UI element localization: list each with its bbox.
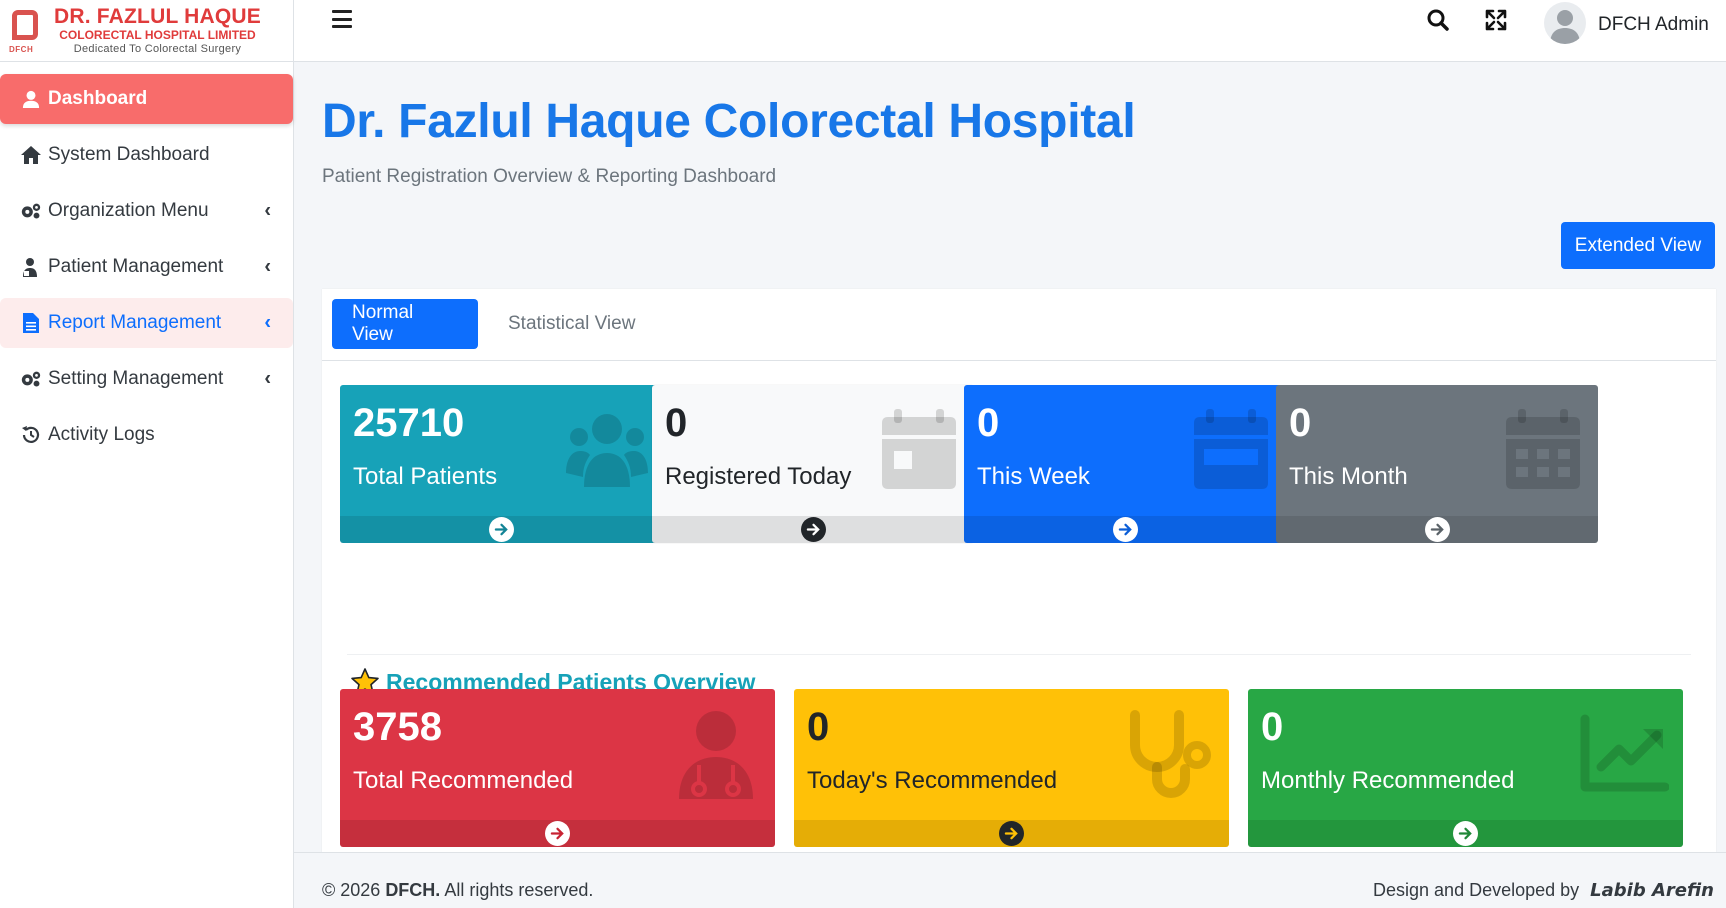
sidebar-item-label: Report Management — [48, 312, 222, 333]
credit-prefix: Design and Developed by — [1373, 880, 1580, 900]
sidebar-item-label: Dashboard — [48, 88, 148, 109]
stethoscope-icon — [1125, 709, 1215, 799]
fullscreen-icon[interactable] — [1484, 8, 1508, 32]
stat-value: 3758 — [353, 705, 442, 749]
arrow-circle-right-icon — [800, 517, 826, 542]
main-content: Dr. Fazlul Haque Colorectal Hospital Pat… — [294, 62, 1726, 852]
topbar: DFCH Admin — [294, 0, 1726, 62]
sidebar-item-label: Patient Management — [48, 256, 224, 277]
page-subtitle: Patient Registration Overview & Reportin… — [322, 166, 777, 187]
brand-name: DR. FAZLUL HAQUE — [54, 5, 261, 28]
stat-value: 25710 — [353, 401, 465, 445]
tab-statistical-view[interactable]: Statistical View — [488, 299, 655, 349]
arrow-circle-right-icon — [1112, 517, 1138, 542]
more-info-link[interactable] — [964, 516, 1286, 543]
gears-icon — [20, 368, 42, 390]
stat-total-patients: 25710 Total Patients — [340, 385, 662, 543]
stat-label: This Week — [977, 463, 1090, 490]
stat-label: Registered Today — [665, 463, 852, 490]
sidebar-item-organization-menu[interactable]: Organization Menu ‹ — [0, 186, 293, 236]
tab-normal-view[interactable]: Normal View — [332, 299, 478, 349]
users-icon — [566, 407, 648, 489]
stat-this-week: 0 This Week — [964, 385, 1286, 543]
hospital-user-icon — [20, 256, 42, 278]
developer-signature[interactable]: Labib Arefin — [1590, 880, 1714, 901]
gears-icon — [20, 200, 42, 222]
stat-label: Monthly Recommended — [1261, 767, 1515, 794]
arrow-circle-right-icon — [1424, 517, 1450, 542]
calendar-week-icon — [1190, 407, 1272, 489]
user-name[interactable]: DFCH Admin — [1598, 14, 1709, 36]
stat-monthly-recommended: 0 Monthly Recommended — [1248, 689, 1683, 847]
sidebar-item-report-management[interactable]: Report Management ‹ — [0, 298, 293, 348]
stat-registered-today: 0 Registered Today — [652, 385, 974, 543]
sidebar-item-dashboard[interactable]: Dashboard — [0, 74, 293, 124]
calendar-day-icon — [878, 407, 960, 489]
history-icon — [20, 424, 42, 446]
stat-label: This Month — [1289, 463, 1408, 490]
doctor-icon — [671, 709, 761, 799]
sidebar-item-setting-management[interactable]: Setting Management ‹ — [0, 354, 293, 404]
sidebar-item-activity-logs[interactable]: Activity Logs — [0, 410, 293, 460]
sidebar-item-patient-management[interactable]: Patient Management ‹ — [0, 242, 293, 292]
stat-label: Total Recommended — [353, 767, 574, 794]
stat-value: 0 — [977, 401, 1000, 445]
stat-total-recommended: 3758 Total Recommended — [340, 689, 775, 847]
user-icon — [20, 88, 42, 110]
stat-label: Total Patients — [353, 463, 498, 490]
calendar-month-icon — [1502, 407, 1584, 489]
chevron-left-icon: ‹ — [264, 311, 271, 334]
copyright-prefix: © 2026 — [322, 880, 386, 900]
arrow-circle-right-icon — [999, 821, 1024, 846]
more-info-link[interactable] — [652, 516, 974, 543]
stat-todays-recommended: 0 Today's Recommended — [794, 689, 1229, 847]
copyright: © 2026 DFCH. All rights reserved. — [322, 880, 593, 901]
brand-logo: DFCH — [8, 6, 42, 56]
footer: © 2026 DFCH. All rights reserved. Design… — [294, 852, 1726, 908]
arrow-circle-right-icon — [488, 517, 514, 542]
divider — [347, 654, 1691, 655]
page-title: Dr. Fazlul Haque Colorectal Hospital — [322, 95, 1136, 148]
more-info-link[interactable] — [1248, 820, 1683, 847]
stat-value: 0 — [1261, 705, 1284, 749]
file-icon — [20, 312, 42, 334]
arrow-circle-right-icon — [1453, 821, 1478, 846]
stat-label: Today's Recommended — [807, 767, 1058, 794]
brand-abbr: DFCH — [9, 44, 34, 54]
chevron-left-icon: ‹ — [264, 255, 271, 278]
extended-view-button[interactable]: Extended View — [1561, 222, 1715, 269]
chevron-left-icon: ‹ — [264, 199, 271, 222]
home-icon — [20, 144, 42, 166]
copyright-suffix: All rights reserved. — [440, 880, 594, 900]
sidebar-nav: Dashboard System Dashboard Organization … — [0, 62, 293, 460]
more-info-link[interactable] — [1276, 516, 1598, 543]
brand-subname: COLORECTAL HOSPITAL LIMITED — [59, 28, 256, 42]
sidebar: DFCH DR. FAZLUL HAQUE COLORECTAL HOSPITA… — [0, 0, 294, 908]
more-info-link[interactable] — [794, 820, 1229, 847]
sidebar-item-label: Activity Logs — [48, 424, 155, 445]
sidebar-item-system-dashboard[interactable]: System Dashboard — [0, 130, 293, 180]
search-icon[interactable] — [1426, 8, 1450, 32]
brand-tagline: Dedicated To Colorectal Surgery — [73, 43, 242, 55]
dashboard-card: Normal View Statistical View 25710 Total… — [322, 289, 1716, 852]
hamburger-menu-icon[interactable] — [332, 10, 352, 28]
avatar[interactable] — [1544, 2, 1586, 44]
sidebar-item-label: Setting Management — [48, 368, 224, 389]
stat-this-month: 0 This Month — [1276, 385, 1598, 543]
chart-line-icon — [1579, 709, 1670, 799]
sidebar-item-label: System Dashboard — [48, 144, 210, 165]
stat-value: 0 — [1289, 401, 1312, 445]
arrow-circle-right-icon — [545, 821, 570, 846]
credits: Design and Developed by Labib Arefin — [1373, 880, 1714, 901]
copyright-brand[interactable]: DFCH. — [385, 880, 440, 900]
sidebar-item-label: Organization Menu — [48, 200, 209, 221]
chevron-left-icon: ‹ — [264, 367, 271, 390]
stat-value: 0 — [665, 401, 688, 445]
more-info-link[interactable] — [340, 820, 775, 847]
brand[interactable]: DFCH DR. FAZLUL HAQUE COLORECTAL HOSPITA… — [0, 0, 293, 62]
stat-value: 0 — [807, 705, 830, 749]
more-info-link[interactable] — [340, 516, 662, 543]
view-tabs: Normal View Statistical View — [322, 289, 1716, 361]
